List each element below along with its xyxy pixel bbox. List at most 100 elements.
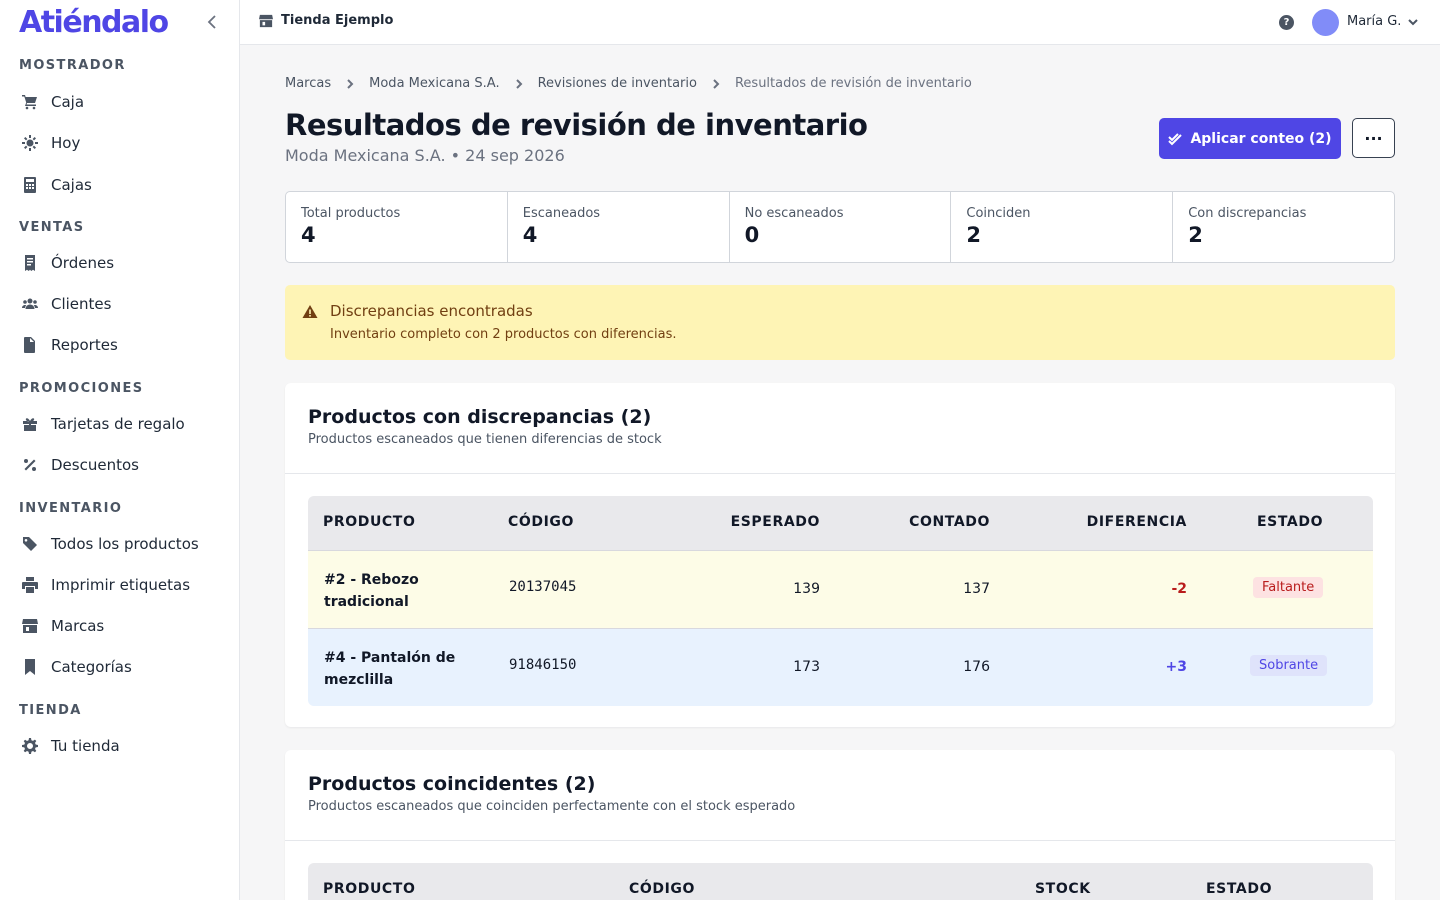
stats-bar: Total productos 4 Escaneados 4 No escane… bbox=[285, 191, 1395, 263]
sidebar-item-tu-tienda[interactable]: Tu tienda bbox=[22, 732, 222, 760]
stat-value: 0 bbox=[744, 223, 760, 247]
stat-label: Coinciden bbox=[966, 206, 1031, 221]
receipt-icon bbox=[22, 255, 38, 271]
stat-label: Total productos bbox=[301, 206, 401, 221]
sidebar-item-label: Caja bbox=[51, 93, 85, 111]
counted-qty: 137 bbox=[963, 581, 990, 597]
sidebar-item-cajas[interactable]: Cajas bbox=[22, 171, 222, 199]
card-title: Productos coincidentes (2) bbox=[308, 773, 596, 795]
double-check-icon bbox=[1168, 132, 1183, 145]
sidebar-item-ordenes[interactable]: Órdenes bbox=[22, 249, 222, 277]
table-header: PRODUCTO CÓDIGO ESPERADO CONTADO DIFEREN… bbox=[308, 496, 1373, 550]
chevron-down-icon bbox=[1408, 18, 1419, 25]
sidebar-item-marcas[interactable]: Marcas bbox=[22, 612, 222, 640]
stat-scanned: Escaneados 4 bbox=[508, 192, 730, 262]
discrepancies-card: Productos con discrepancias (2) Producto… bbox=[285, 383, 1395, 727]
sidebar-item-todos-los-productos[interactable]: Todos los productos bbox=[22, 530, 222, 558]
sidebar-item-tarjetas-de-regalo[interactable]: Tarjetas de regalo bbox=[22, 410, 222, 438]
sidebar-item-label: Hoy bbox=[51, 134, 81, 152]
sidebar-item-label: Tu tienda bbox=[51, 737, 120, 755]
product-name: #4 - Pantalón de mezclilla bbox=[324, 650, 456, 688]
sidebar-item-label: Cajas bbox=[51, 176, 92, 194]
breadcrumb-revisiones[interactable]: Revisiones de inventario bbox=[538, 76, 697, 91]
help-icon[interactable]: ? bbox=[1279, 15, 1294, 30]
sidebar-item-clientes[interactable]: Clientes bbox=[22, 290, 222, 318]
product-code: 91846150 bbox=[509, 657, 577, 673]
store-selector[interactable]: Tienda Ejemplo bbox=[259, 13, 393, 28]
col-estado: ESTADO bbox=[1257, 514, 1324, 530]
col-codigo: CÓDIGO bbox=[508, 514, 574, 530]
table-row[interactable]: #2 - Rebozo tradicional 20137045 139 137… bbox=[308, 550, 1373, 628]
printer-icon bbox=[22, 577, 38, 593]
col-estado: ESTADO bbox=[1206, 881, 1273, 897]
sun-icon bbox=[22, 135, 38, 151]
sidebar-item-label: Reportes bbox=[51, 336, 118, 354]
col-esperado: ESPERADO bbox=[730, 514, 820, 530]
file-icon bbox=[22, 337, 38, 353]
breadcrumb-marcas[interactable]: Marcas bbox=[285, 76, 331, 91]
discrepancy-alert: Discrepancias encontradas Inventario com… bbox=[285, 285, 1395, 360]
sidebar-item-descuentos[interactable]: Descuentos bbox=[22, 451, 222, 479]
cart-icon bbox=[22, 94, 38, 110]
nav-section-promociones: PROMOCIONES bbox=[19, 381, 144, 396]
alert-body: Inventario completo con 2 productos con … bbox=[330, 327, 677, 342]
chevron-left-icon[interactable] bbox=[203, 12, 221, 32]
sidebar-item-label: Imprimir etiquetas bbox=[51, 576, 191, 594]
percent-icon bbox=[22, 457, 38, 473]
card-subtitle: Productos escaneados que tienen diferenc… bbox=[308, 432, 662, 447]
matching-table: PRODUCTO CÓDIGO STOCK ESTADO bbox=[308, 863, 1373, 900]
chevron-right-icon bbox=[514, 78, 524, 89]
sidebar-item-label: Tarjetas de regalo bbox=[51, 415, 185, 433]
col-diferencia: DIFERENCIA bbox=[1086, 514, 1187, 530]
table-header: PRODUCTO CÓDIGO STOCK ESTADO bbox=[308, 863, 1373, 900]
table-row[interactable]: #4 - Pantalón de mezclilla 91846150 173 … bbox=[308, 628, 1373, 706]
stat-value: 4 bbox=[301, 223, 316, 247]
brand-logo[interactable]: Atiéndalo bbox=[19, 5, 169, 40]
calculator-icon bbox=[22, 177, 38, 193]
stat-value: 4 bbox=[522, 223, 538, 247]
expected-qty: 139 bbox=[793, 581, 820, 597]
stat-matching: Coinciden 2 bbox=[951, 192, 1174, 262]
status-badge: Sobrante bbox=[1250, 655, 1328, 676]
nav-section-ventas: VENTAS bbox=[19, 220, 85, 235]
counted-qty: 176 bbox=[963, 659, 990, 675]
sidebar-item-imprimir-etiquetas[interactable]: Imprimir etiquetas bbox=[22, 571, 222, 599]
sidebar-item-label: Todos los productos bbox=[51, 535, 199, 553]
avatar[interactable] bbox=[1312, 9, 1339, 36]
apply-count-label: Aplicar conteo (2) bbox=[1190, 130, 1332, 147]
card-subtitle: Productos escaneados que coinciden perfe… bbox=[308, 799, 796, 814]
more-options-button[interactable]: ··· bbox=[1352, 118, 1395, 158]
page-subtitle: Moda Mexicana S.A. • 24 sep 2026 bbox=[285, 146, 565, 165]
breadcrumb: Marcas Moda Mexicana S.A. Revisiones de … bbox=[285, 76, 972, 91]
store-icon bbox=[259, 14, 273, 27]
status-badge: Faltante bbox=[1253, 577, 1324, 598]
sidebar-item-hoy[interactable]: Hoy bbox=[22, 129, 222, 157]
col-producto: PRODUCTO bbox=[323, 881, 416, 897]
user-menu[interactable]: María G. bbox=[1347, 14, 1419, 29]
difference: +3 bbox=[1165, 659, 1187, 675]
col-producto: PRODUCTO bbox=[323, 514, 416, 530]
product-code: 20137045 bbox=[509, 579, 577, 595]
col-contado: CONTADO bbox=[909, 514, 990, 530]
bookmark-icon bbox=[22, 659, 38, 675]
nav-section-mostrador: MOSTRADOR bbox=[19, 58, 126, 73]
chevron-right-icon bbox=[345, 78, 355, 89]
stat-label: Escaneados bbox=[522, 206, 601, 221]
sidebar-item-label: Categorías bbox=[51, 658, 132, 676]
breadcrumb-brand[interactable]: Moda Mexicana S.A. bbox=[369, 76, 499, 91]
col-stock: STOCK bbox=[1035, 881, 1091, 897]
gift-icon bbox=[22, 416, 38, 432]
stat-total: Total productos 4 bbox=[286, 192, 508, 262]
apply-count-button[interactable]: Aplicar conteo (2) bbox=[1159, 118, 1341, 159]
card-title: Productos con discrepancias (2) bbox=[308, 406, 652, 428]
stat-label: No escaneados bbox=[744, 206, 844, 221]
gear-icon bbox=[22, 738, 38, 754]
matching-products-card: Productos coincidentes (2) Productos esc… bbox=[285, 750, 1395, 900]
sidebar-item-caja[interactable]: Caja bbox=[22, 88, 222, 116]
sidebar-item-categorias[interactable]: Categorías bbox=[22, 653, 222, 681]
sidebar-item-reportes[interactable]: Reportes bbox=[22, 331, 222, 359]
stat-value: 2 bbox=[966, 223, 982, 247]
chevron-right-icon bbox=[711, 78, 721, 89]
breadcrumb-current: Resultados de revisión de inventario bbox=[734, 76, 972, 91]
topbar: Tienda Ejemplo ? María G. bbox=[240, 0, 1440, 45]
